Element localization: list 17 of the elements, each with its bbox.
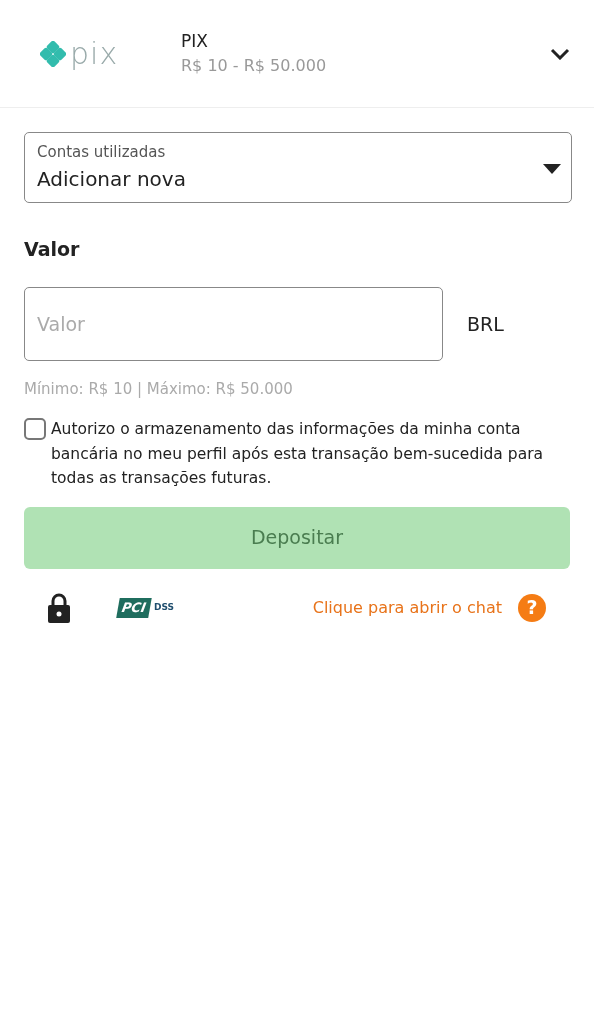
lock-icon	[48, 592, 70, 623]
amount-range: R$ 10 - R$ 50.000	[181, 55, 328, 78]
section-heading: Valor	[24, 236, 80, 262]
diamond-logo-icon	[40, 40, 66, 67]
help-icon[interactable]: ?	[518, 593, 546, 622]
limits-text: Mínimo: R$ 10 | Máximo: R$ 50.000	[24, 380, 293, 398]
currency-label: BRL	[467, 311, 504, 337]
caret-icon	[543, 164, 561, 174]
pci-dss-logo: PCI DSS	[118, 597, 174, 618]
consent-text: Autorizo o armazenamento das informações da minha conta bancária no meu perfil após esta transação bem-sucedida para todas as transações futuras.	[51, 419, 544, 489]
account-select[interactable]: Contas utilizadas Adicionar nova	[24, 132, 572, 203]
chat-link[interactable]: Clique para abrir o chat	[312, 595, 502, 620]
logo-text: pix	[70, 38, 119, 69]
amount-input[interactable]: Valor	[24, 287, 443, 361]
consent-checkbox[interactable]	[24, 418, 46, 440]
method-name: PIX	[181, 29, 209, 53]
chevron-icon[interactable]	[550, 47, 570, 60]
